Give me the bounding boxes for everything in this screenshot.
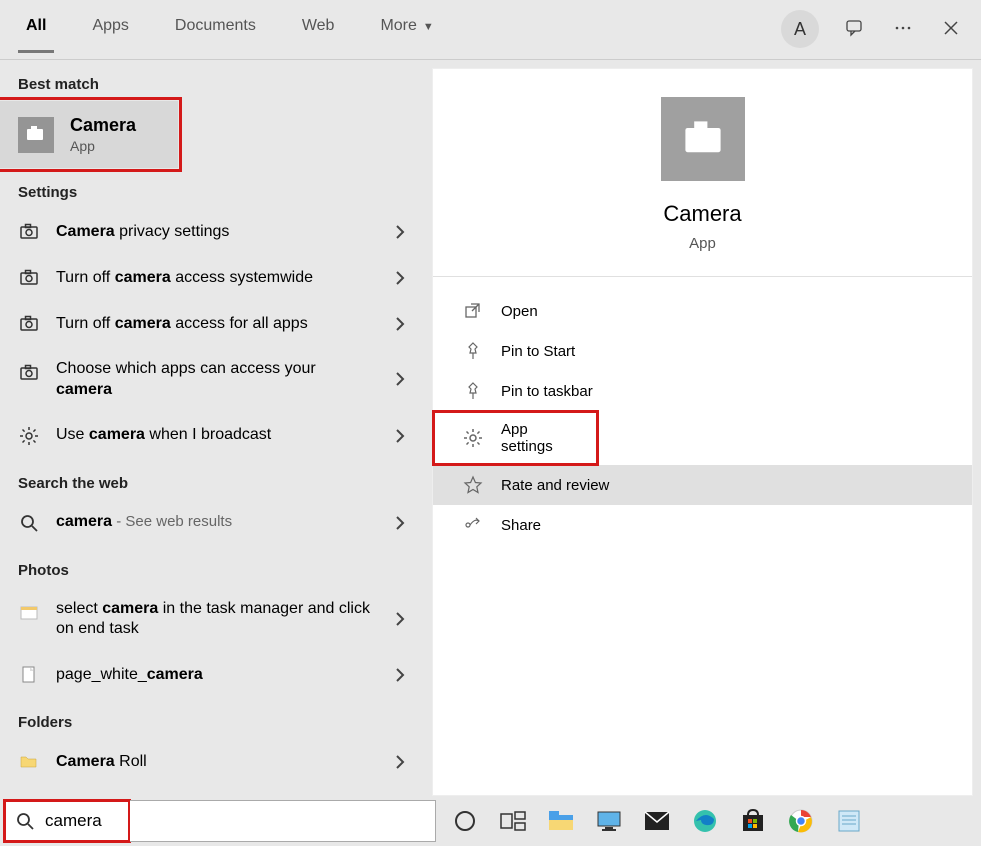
setting-use-when-broadcast[interactable]: Use camera when I broadcast xyxy=(0,413,432,459)
action-pin-start[interactable]: Pin to Start xyxy=(433,331,972,371)
chevron-right-icon xyxy=(390,222,410,242)
open-icon xyxy=(463,301,483,321)
camera-line-icon xyxy=(18,313,40,335)
section-best-match: Best match xyxy=(0,60,432,101)
chevron-right-icon xyxy=(390,369,410,389)
camera-line-icon xyxy=(18,362,40,384)
page-icon xyxy=(18,664,40,686)
web-result-camera[interactable]: camera - See web results xyxy=(0,500,432,546)
image-icon xyxy=(18,602,40,624)
setting-choose-apps[interactable]: Choose which apps can access your camera xyxy=(0,347,432,413)
close-icon[interactable] xyxy=(941,18,963,40)
best-match-subtitle: App xyxy=(70,138,136,154)
share-icon xyxy=(463,515,483,535)
cortana-icon[interactable] xyxy=(448,804,482,838)
chrome-icon[interactable] xyxy=(784,804,818,838)
file-explorer-icon[interactable] xyxy=(544,804,578,838)
folder-icon xyxy=(18,751,40,773)
monitor-icon[interactable] xyxy=(592,804,626,838)
action-pin-taskbar[interactable]: Pin to taskbar xyxy=(433,371,972,411)
gear-icon xyxy=(463,428,483,448)
chevron-down-icon: ▼ xyxy=(423,21,434,33)
gear-icon xyxy=(18,425,40,447)
setting-turn-off-systemwide[interactable]: Turn off camera access systemwide xyxy=(0,255,432,301)
section-photos: Photos xyxy=(0,546,432,587)
results-panel: Best match Camera App Settings Camera pr… xyxy=(0,60,432,796)
tab-web[interactable]: Web xyxy=(294,7,343,53)
pin-icon xyxy=(463,381,483,401)
photo-result-2[interactable]: page_white_camera xyxy=(0,652,432,698)
detail-panel: Camera App Open Pin to Start Pin to task… xyxy=(432,68,973,796)
tab-apps[interactable]: Apps xyxy=(84,7,136,53)
mail-icon[interactable] xyxy=(640,804,674,838)
avatar[interactable]: A xyxy=(781,10,819,48)
best-match-title: Camera xyxy=(70,115,136,136)
section-folders: Folders xyxy=(0,698,432,739)
search-icon xyxy=(15,811,35,831)
edge-icon[interactable] xyxy=(688,804,722,838)
action-rate-review[interactable]: Rate and review xyxy=(433,465,972,505)
camera-line-icon xyxy=(18,267,40,289)
chevron-right-icon xyxy=(390,314,410,334)
camera-icon xyxy=(18,117,54,153)
chevron-right-icon xyxy=(390,426,410,446)
more-options-icon[interactable] xyxy=(893,18,915,40)
bottom-bar xyxy=(0,796,981,846)
tab-all[interactable]: All xyxy=(18,7,54,53)
notepad-icon[interactable] xyxy=(832,804,866,838)
tab-more[interactable]: More▼ xyxy=(372,7,441,53)
setting-camera-privacy[interactable]: Camera privacy settings xyxy=(0,209,432,255)
tabs-row: All Apps Documents Web More▼ A xyxy=(0,0,981,60)
taskbar xyxy=(436,796,866,846)
chevron-right-icon xyxy=(390,609,410,629)
action-app-settings[interactable]: App settings xyxy=(433,411,598,465)
store-icon[interactable] xyxy=(736,804,770,838)
section-search-web: Search the web xyxy=(0,459,432,500)
folder-camera-roll[interactable]: Camera Roll xyxy=(0,739,432,785)
chevron-right-icon xyxy=(390,513,410,533)
search-icon xyxy=(18,512,40,534)
action-share[interactable]: Share xyxy=(433,505,972,545)
action-open[interactable]: Open xyxy=(433,291,972,331)
tab-documents[interactable]: Documents xyxy=(167,7,264,53)
chevron-right-icon xyxy=(390,665,410,685)
camera-line-icon xyxy=(18,221,40,243)
setting-turn-off-all-apps[interactable]: Turn off camera access for all apps xyxy=(0,301,432,347)
pin-icon xyxy=(463,341,483,361)
app-tile-icon xyxy=(661,97,745,181)
task-view-icon[interactable] xyxy=(496,804,530,838)
best-match-result[interactable]: Camera App xyxy=(0,101,178,168)
detail-title: Camera xyxy=(663,201,741,227)
chevron-right-icon xyxy=(390,268,410,288)
chevron-right-icon xyxy=(390,752,410,772)
search-box[interactable] xyxy=(4,800,130,842)
star-icon xyxy=(463,475,483,495)
section-settings: Settings xyxy=(0,168,432,209)
detail-subtitle: App xyxy=(689,235,716,252)
photo-result-1[interactable]: select camera in the task manager and cl… xyxy=(0,587,432,653)
feedback-icon[interactable] xyxy=(845,18,867,40)
